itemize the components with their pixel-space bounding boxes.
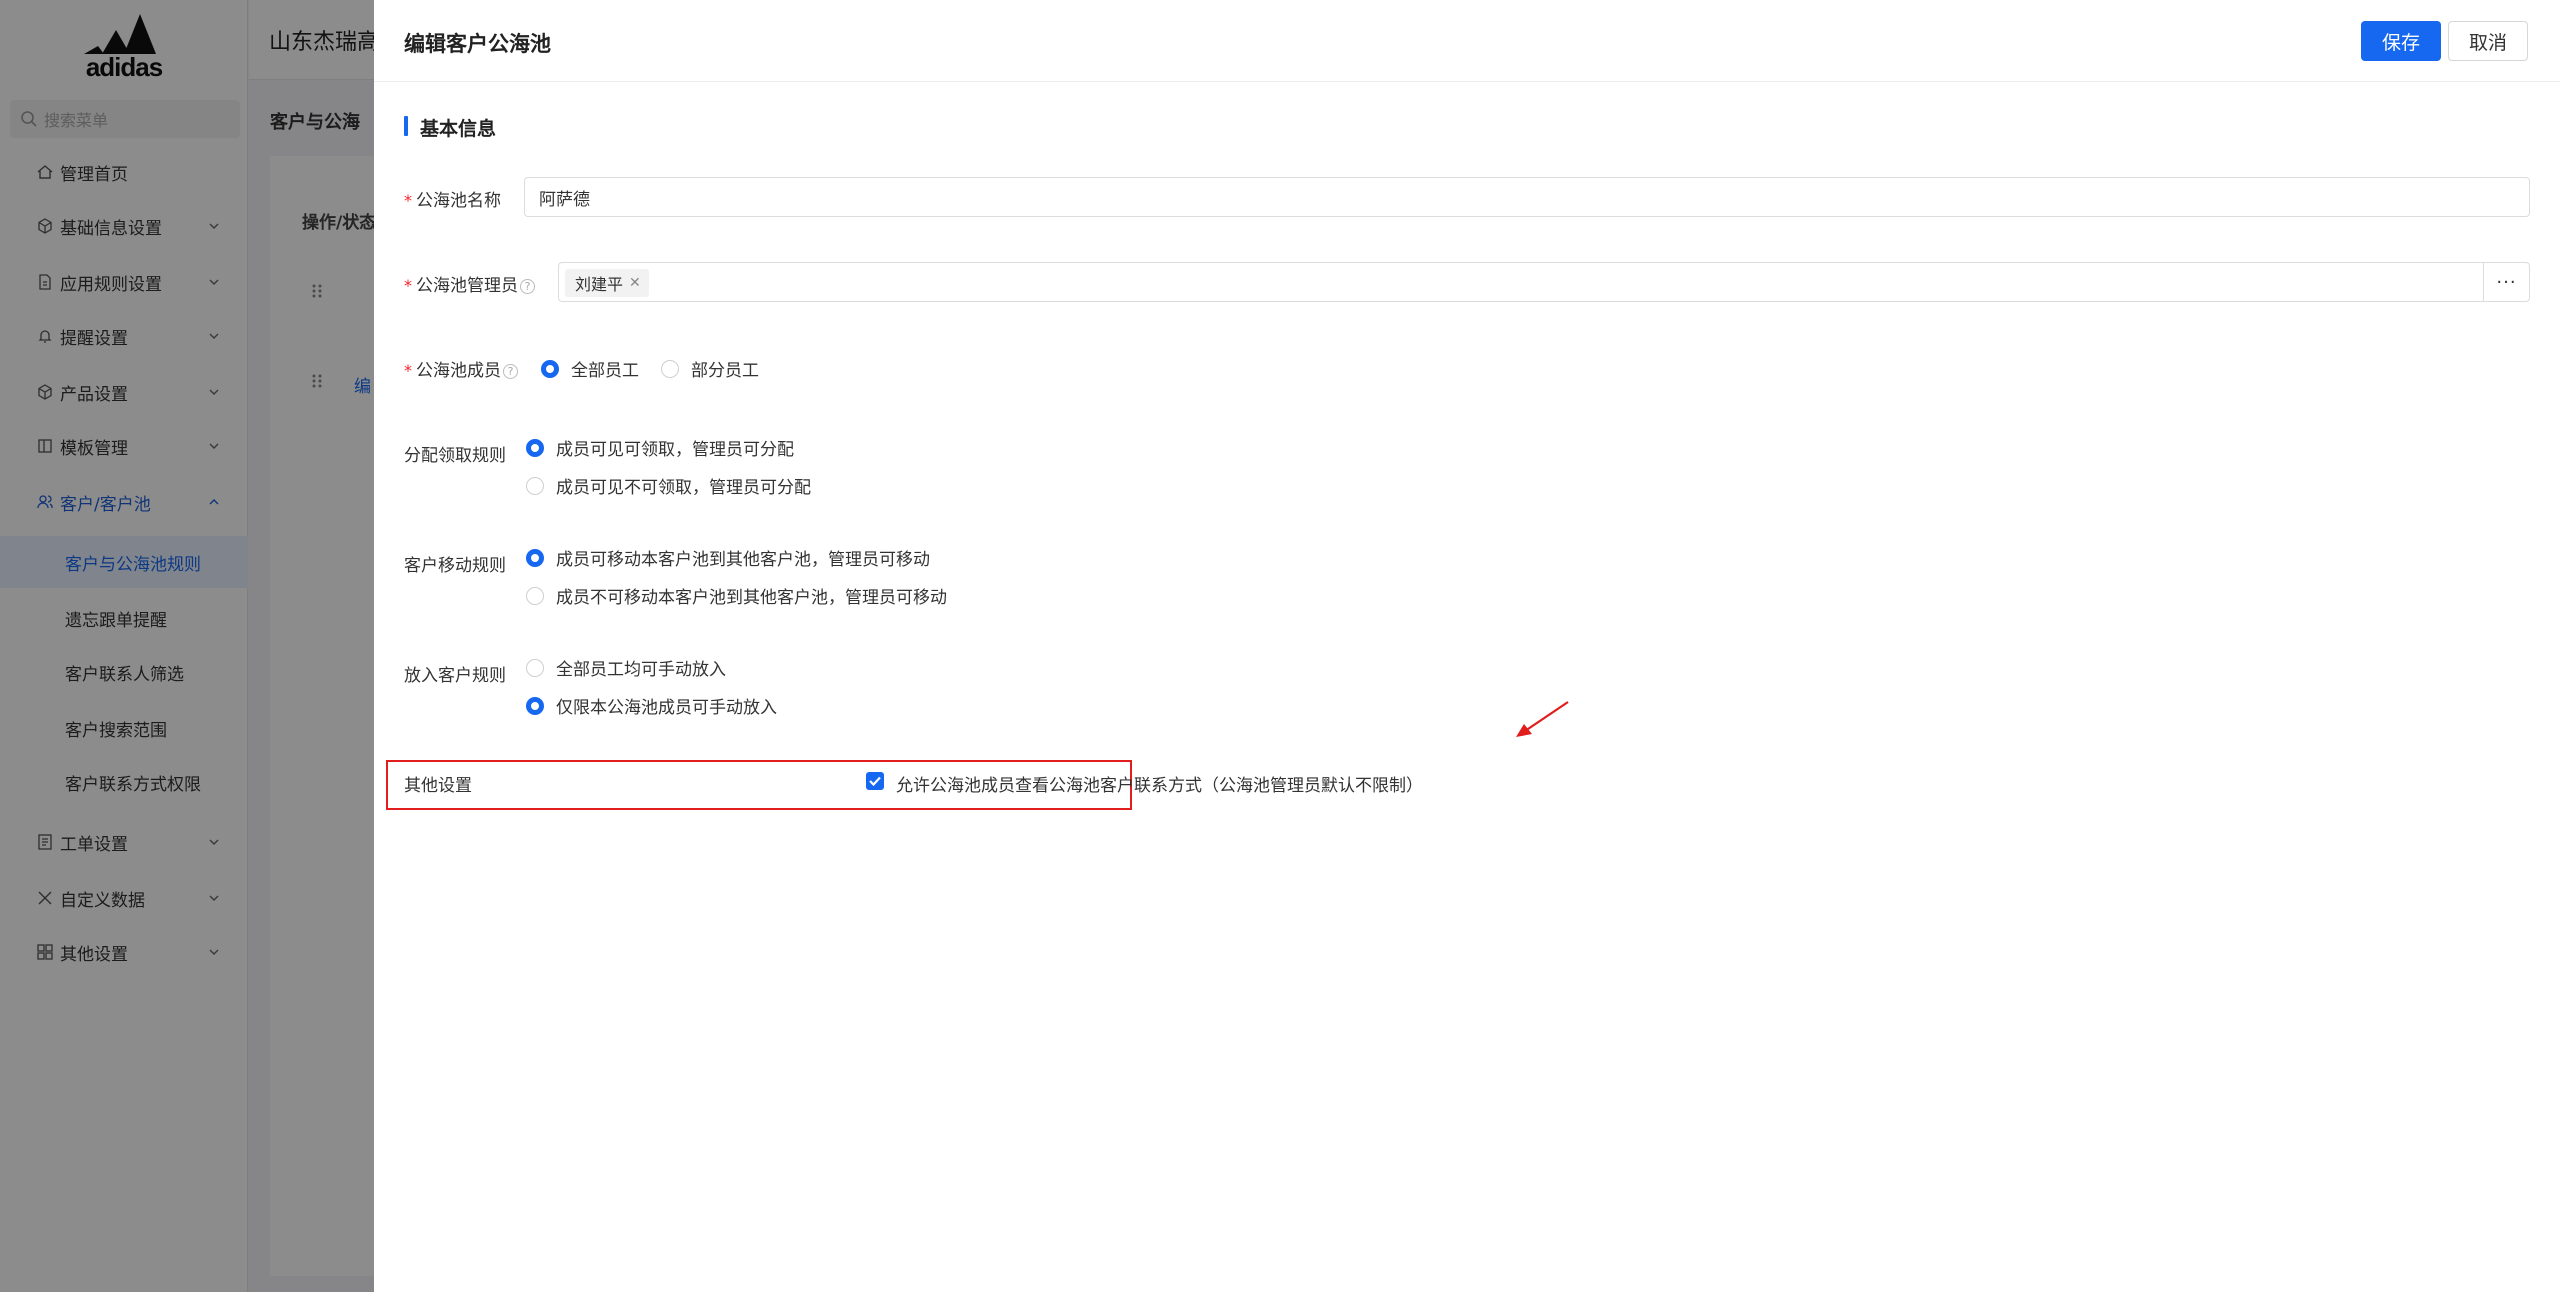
required-mark: * [404, 361, 412, 380]
pool-manager-select[interactable]: 刘建平 ✕ ··· [558, 262, 2530, 302]
section-accent-bar [404, 116, 408, 136]
section-title: 基本信息 [420, 118, 497, 140]
claim-rule-label: 分配领取规则 [404, 446, 506, 466]
pool-name-value: 阿萨德 [539, 189, 590, 210]
radio-label: 成员可移动本客户池到其他客户池，管理员可移动 [556, 550, 930, 570]
contact-visibility-checkbox[interactable] [866, 772, 884, 790]
radio-dot [526, 548, 544, 567]
pool-manager-label-text: 公海池管理员 [416, 276, 518, 296]
put-rule-option-2[interactable]: 仅限本公海池成员可手动放入 [526, 693, 777, 718]
manager-tag: 刘建平 ✕ [565, 269, 649, 297]
radio-dot [661, 359, 679, 378]
radio-label: 全部员工均可手动放入 [556, 660, 726, 680]
required-mark: * [404, 191, 412, 210]
close-icon[interactable]: ✕ [629, 275, 641, 291]
pool-name-input[interactable]: 阿萨德 [524, 177, 2530, 217]
radio-label: 成员不可移动本客户池到其他客户池，管理员可移动 [556, 588, 947, 608]
required-mark: * [404, 276, 412, 295]
drawer-title: 编辑客户公海池 [404, 32, 551, 56]
radio-dot [541, 359, 559, 378]
help-icon[interactable]: ? [520, 278, 535, 294]
pool-members-label: * 公海池成员? [404, 356, 518, 381]
move-rule-option-2[interactable]: 成员不可移动本客户池到其他客户池，管理员可移动 [526, 583, 947, 608]
manager-tag-label: 刘建平 [575, 275, 624, 294]
radio-label: 仅限本公海池成员可手动放入 [556, 698, 777, 718]
claim-rule-option-2[interactable]: 成员可见不可领取，管理员可分配 [526, 473, 811, 498]
radio-dot [526, 586, 544, 605]
move-rule-option-1[interactable]: 成员可移动本客户池到其他客户池，管理员可移动 [526, 545, 930, 570]
members-all-radio[interactable]: 全部员工 [541, 356, 639, 381]
radio-dot [526, 658, 544, 677]
pool-name-label-text: 公海池名称 [416, 191, 501, 211]
check-icon [869, 776, 881, 787]
other-settings-label: 其他设置 [404, 776, 472, 796]
contact-visibility-label: 允许公海池成员查看公海池客户联系方式（公海池管理员默认不限制） [896, 776, 1423, 796]
pool-members-label-text: 公海池成员 [416, 361, 501, 381]
radio-label: 成员可见不可领取，管理员可分配 [556, 478, 811, 498]
help-icon[interactable]: ? [503, 363, 518, 379]
edit-pool-drawer: 编辑客户公海池 保存 取消 基本信息 * 公海池名称 阿萨德 * 公海池管理员? 刘… [374, 0, 2560, 1292]
members-partial-radio[interactable]: 部分员工 [661, 356, 759, 381]
claim-rule-option-1[interactable]: 成员可见可领取，管理员可分配 [526, 435, 794, 460]
radio-label: 全部员工 [571, 361, 639, 381]
move-rule-label: 客户移动规则 [404, 556, 506, 576]
pool-name-label: * 公海池名称 [404, 186, 501, 211]
cancel-button[interactable]: 取消 [2448, 21, 2528, 61]
save-button[interactable]: 保存 [2361, 21, 2441, 61]
radio-dot [526, 696, 544, 715]
radio-dot [526, 476, 544, 495]
drawer-header: 编辑客户公海池 保存 取消 [374, 0, 2560, 82]
radio-dot [526, 438, 544, 457]
radio-label: 成员可见可领取，管理员可分配 [556, 440, 794, 460]
more-button[interactable]: ··· [2483, 263, 2529, 301]
pool-manager-label: * 公海池管理员? [404, 271, 535, 296]
radio-label: 部分员工 [691, 361, 759, 381]
put-rule-option-1[interactable]: 全部员工均可手动放入 [526, 655, 726, 680]
annotation-arrow-icon [1516, 701, 1569, 737]
put-rule-label: 放入客户规则 [404, 666, 506, 686]
